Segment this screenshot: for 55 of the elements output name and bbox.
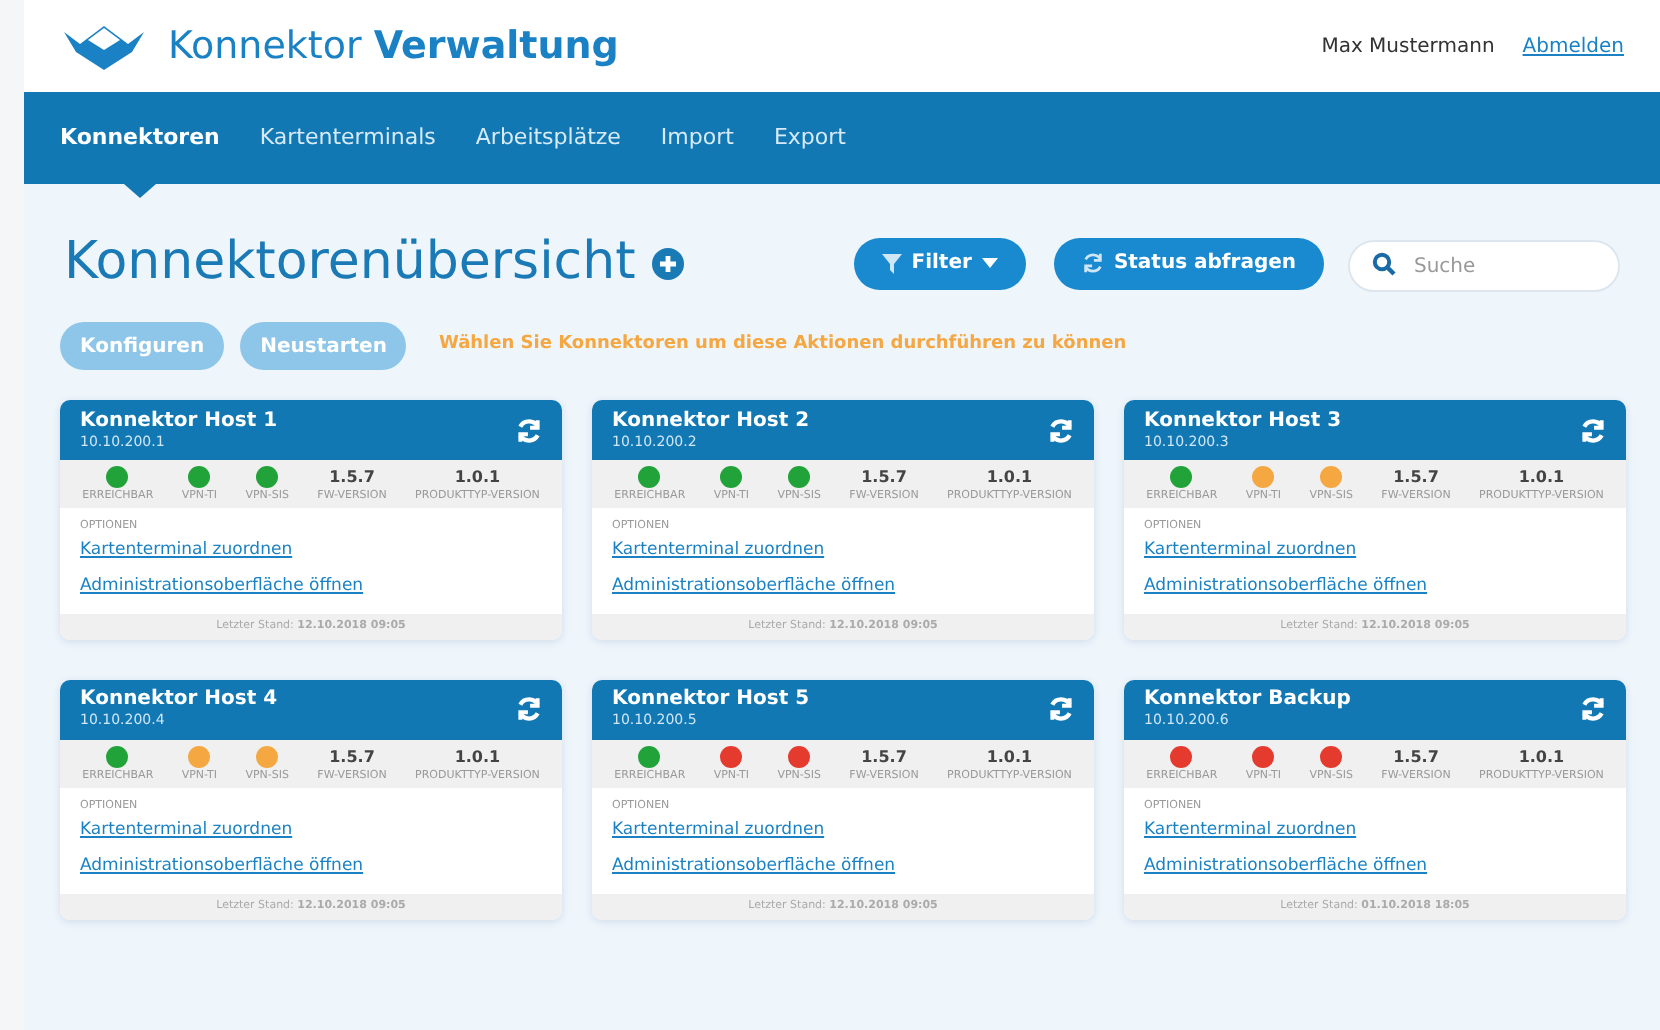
version-value: 1.0.1 xyxy=(986,466,1033,488)
connector-name: Konnektor Host 4 xyxy=(80,690,280,711)
connector-name: Konnektor Host 1 xyxy=(80,411,280,431)
nav-tab[interactable]: Kartenterminals xyxy=(259,122,436,154)
option-link[interactable]: Administrationsoberfläche öffnen xyxy=(612,853,896,879)
connector-name: Konnektor Backup xyxy=(1144,690,1353,711)
version-value: 1.5.7 xyxy=(861,466,907,488)
version-value: 1.0.1 xyxy=(986,745,1033,768)
user-name: Max Mustermann xyxy=(1321,33,1495,61)
nav-tab[interactable]: Arbeitsplätze xyxy=(475,122,621,154)
connector-name: Konnektor Host 3 xyxy=(1144,411,1344,431)
option-link[interactable]: Administrationsoberfläche öffnen xyxy=(80,853,364,879)
refresh-icon[interactable] xyxy=(1580,417,1606,443)
version-value: 1.0.1 xyxy=(1518,466,1565,488)
nav-tab[interactable]: Konnektoren xyxy=(60,122,220,154)
connector-name: Konnektor Host 2 xyxy=(612,411,812,431)
logo-icon xyxy=(60,20,148,72)
search-field[interactable]: Suche xyxy=(1348,240,1620,292)
option-link[interactable]: Kartenterminal zuordnen xyxy=(612,538,825,564)
version-value: 1.5.7 xyxy=(861,745,907,768)
nav-tab[interactable]: Import xyxy=(660,122,734,154)
hint-text: Wählen Sie Konnektoren um diese Aktionen durchführen zu können xyxy=(438,332,1127,359)
caret-icon xyxy=(981,258,998,268)
add-icon[interactable] xyxy=(651,247,684,279)
option-link[interactable]: Kartenterminal zuordnen xyxy=(80,538,293,564)
version-value: 1.5.7 xyxy=(1393,466,1439,488)
option-link[interactable]: Administrationsoberfläche öffnen xyxy=(1144,853,1428,879)
nav-tab[interactable]: Export xyxy=(773,122,846,154)
option-link[interactable]: Administrationsoberfläche öffnen xyxy=(1144,574,1428,600)
page-title: Konnektorenübersicht xyxy=(64,230,636,296)
option-link[interactable]: Kartenterminal zuordnen xyxy=(1144,538,1357,564)
connector-name: Konnektor Host 5 xyxy=(612,690,812,711)
logout-link[interactable]: Abmelden xyxy=(1522,31,1624,61)
app-title: Konnektor Verwaltung xyxy=(168,21,619,72)
version-value: 1.5.7 xyxy=(329,466,375,488)
refresh-icon[interactable] xyxy=(1580,696,1606,723)
version-value: 1.0.1 xyxy=(454,745,501,768)
option-link[interactable]: Administrationsoberfläche öffnen xyxy=(612,574,896,600)
version-value: 1.5.7 xyxy=(329,745,375,768)
version-value: 1.5.7 xyxy=(1393,745,1439,768)
version-value: 1.0.1 xyxy=(454,466,501,488)
funnel-icon xyxy=(881,253,902,273)
option-link[interactable]: Kartenterminal zuordnen xyxy=(612,818,825,844)
search-icon xyxy=(1372,251,1396,275)
refresh-icon[interactable] xyxy=(516,696,542,723)
option-link[interactable]: Kartenterminal zuordnen xyxy=(80,818,293,844)
refresh-icon[interactable] xyxy=(516,417,542,443)
status-button[interactable]: Status abfragen xyxy=(1053,237,1324,289)
version-value: 1.0.1 xyxy=(1518,745,1565,768)
option-link[interactable]: Kartenterminal zuordnen xyxy=(1144,818,1357,844)
filter-button[interactable]: Filter xyxy=(853,237,1026,289)
option-link[interactable]: Administrationsoberfläche öffnen xyxy=(80,574,364,600)
refresh-icon xyxy=(1081,252,1104,274)
refresh-icon[interactable] xyxy=(1048,696,1074,723)
refresh-icon[interactable] xyxy=(1048,417,1074,443)
